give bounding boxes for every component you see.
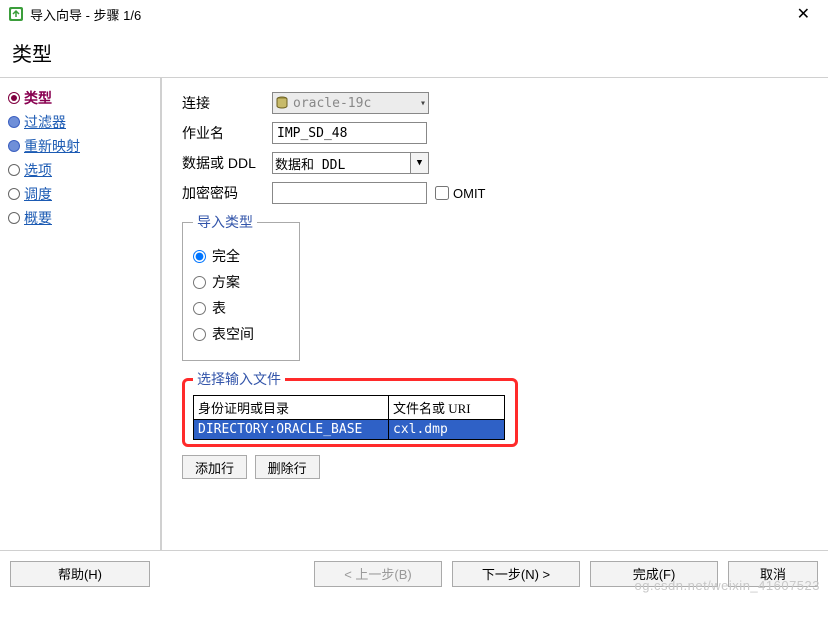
help-button[interactable]: 帮助(H) [10,561,150,587]
input-files-legend: 选择输入文件 [193,369,285,389]
sidebar-item-summary[interactable]: 概要 [8,208,152,228]
cell-directory[interactable]: DIRECTORY:ORACLE_BASE [194,420,389,440]
label-data-ddl: 数据或 DDL [182,153,272,173]
heading-area: 类型 [0,28,828,77]
radio-tablespace[interactable]: 表空间 [193,324,289,344]
sidebar-item-schedule[interactable]: 调度 [8,184,152,204]
chevron-down-icon: ▾ [420,98,426,109]
finish-button[interactable]: 完成(F) [590,561,718,587]
page-heading: 类型 [12,38,816,67]
cell-filename[interactable]: cxl.dmp [389,420,505,440]
table-row[interactable]: DIRECTORY:ORACLE_BASE cxl.dmp [194,420,505,440]
password-input[interactable] [272,182,427,204]
main-panel: 连接 oracle-19c ▾ 作业名 数据或 DDL 数据和 DDL ▼ 加密… [162,78,828,550]
sidebar-item-remap[interactable]: 重新映射 [8,136,152,156]
titlebar: 导入向导 - 步骤 1/6 ✕ [0,0,828,28]
back-button[interactable]: < 上一步(B) [314,561,442,587]
sidebar-item-filter[interactable]: 过滤器 [8,112,152,132]
window-title: 导入向导 - 步骤 1/6 [30,5,787,24]
delete-row-button[interactable]: 删除行 [255,455,320,479]
app-icon [8,6,24,22]
radio-table[interactable]: 表 [193,298,289,318]
label-password: 加密密码 [182,183,272,203]
chevron-down-icon: ▼ [410,153,428,173]
radio-full[interactable]: 完全 [193,246,289,266]
database-icon [275,96,289,110]
next-button[interactable]: 下一步(N) > [452,561,580,587]
label-connection: 连接 [182,93,272,113]
label-jobname: 作业名 [182,123,272,143]
col-filename[interactable]: 文件名或 URI [389,396,505,420]
close-icon[interactable]: ✕ [787,4,820,24]
wizard-sidebar: 类型 过滤器 重新映射 选项 调度 概要 [0,78,162,550]
input-files-fieldset: 选择输入文件 身份证明或目录 文件名或 URI DIRECTORY:ORACLE… [182,369,518,447]
sidebar-item-options[interactable]: 选项 [8,160,152,180]
import-type-legend: 导入类型 [193,212,257,232]
radio-schema[interactable]: 方案 [193,272,289,292]
cancel-button[interactable]: 取消 [728,561,818,587]
col-directory[interactable]: 身份证明或目录 [194,396,389,420]
jobname-input[interactable] [272,122,427,144]
data-ddl-select[interactable]: 数据和 DDL ▼ [272,152,429,174]
wizard-footer: 帮助(H) < 上一步(B) 下一步(N) > 完成(F) 取消 [0,551,828,596]
content: 类型 过滤器 重新映射 选项 调度 概要 连接 oracle-19c ▾ 作业名… [0,77,828,551]
import-type-fieldset: 导入类型 完全 方案 表 表空间 [182,212,300,361]
omit-checkbox[interactable] [435,186,449,200]
omit-label: OMIT [453,186,486,201]
connection-select[interactable]: oracle-19c ▾ [272,92,429,114]
add-row-button[interactable]: 添加行 [182,455,247,479]
files-header-row: 身份证明或目录 文件名或 URI [194,396,505,420]
sidebar-item-type[interactable]: 类型 [8,88,152,108]
files-table: 身份证明或目录 文件名或 URI DIRECTORY:ORACLE_BASE c… [193,395,505,440]
